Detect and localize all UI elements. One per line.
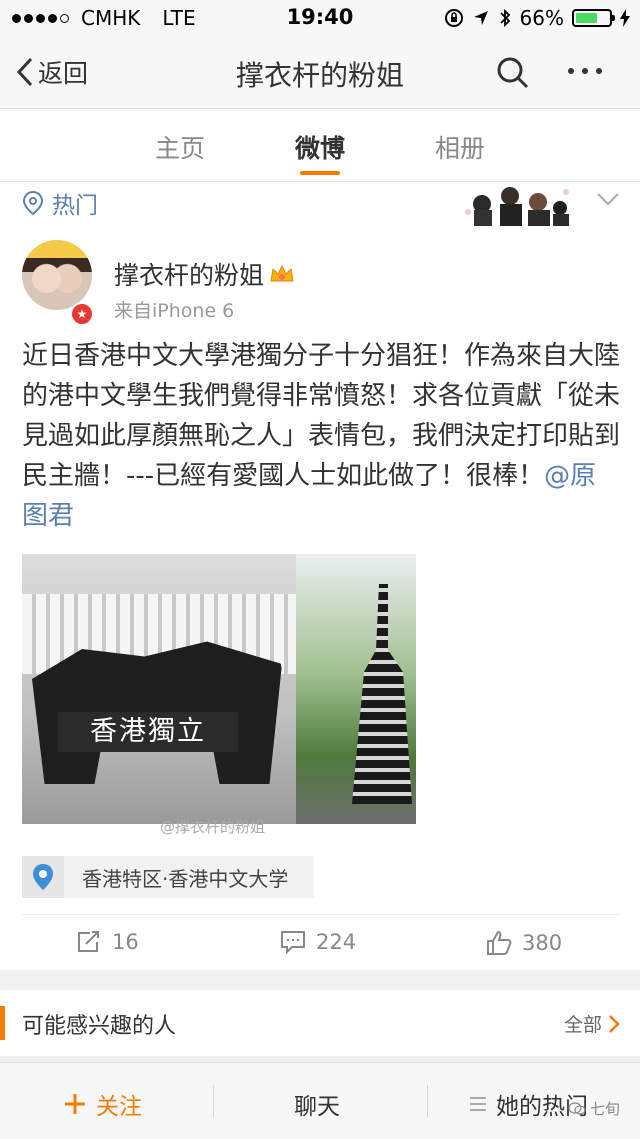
comment-count: 224 (316, 930, 357, 954)
divider (427, 1085, 428, 1117)
post-author-name: 撑衣杆的粉姐 (114, 261, 265, 290)
like-icon (487, 930, 512, 955)
plus-icon (65, 1094, 85, 1114)
post-body: 近日香港中文大學港獨分子十分猖狂！作為來自大陸的港中文學生我們覺得非常憤怒！求各… (22, 341, 621, 491)
tab-album[interactable]: 相册 (400, 129, 520, 165)
bottom-action-bar: 关注 聊天 她的热门 (0, 1062, 640, 1139)
avatar[interactable] (22, 240, 92, 310)
hot-topic-icon (22, 190, 44, 216)
watermark: 七旬 (568, 1098, 620, 1119)
divider (213, 1085, 214, 1117)
like-count: 380 (522, 931, 563, 955)
image-watermark: @撑衣杆的粉姐 (160, 818, 266, 836)
like-button[interactable]: 380 (486, 930, 562, 956)
watermark-text: 七旬 (590, 1100, 621, 1118)
suggested-people-header: 可能感兴趣的人 全部 (0, 990, 640, 1056)
profile-tabs: 主页 微博 相册 (0, 109, 640, 182)
post-author[interactable]: 撑衣杆的粉姐 (114, 256, 294, 292)
charging-icon (620, 9, 630, 27)
location-tag[interactable]: 香港特区·香港中文大学 (22, 856, 314, 898)
header-illustration (465, 187, 569, 228)
repost-icon (78, 931, 99, 952)
status-right: 66% (444, 6, 630, 30)
view-all-button[interactable]: 全部 (564, 1010, 620, 1037)
comment-button[interactable]: 224 (280, 930, 356, 954)
suggested-people-title: 可能感兴趣的人 (22, 1014, 177, 1039)
location-pin-icon (33, 864, 53, 890)
page-title: 撑衣杆的粉姐 (235, 59, 404, 92)
post-card: ★ 撑衣杆的粉姐 来自iPhone 6 近日香港中文大學港獨分子十分猖狂！作為來… (0, 226, 640, 970)
verified-badge-icon: ★ (70, 302, 94, 326)
chevron-down-icon[interactable] (596, 192, 620, 206)
bluetooth-icon (499, 8, 510, 28)
wechat-icon (568, 1101, 586, 1115)
repost-count: 16 (112, 930, 139, 954)
search-icon (497, 57, 529, 89)
follow-label: 关注 (96, 1094, 142, 1120)
rotation-lock-icon (444, 9, 463, 27)
image-banner-text: 香港獨立 (58, 712, 238, 752)
status-bar: CMHK LTE 19:40 66% (0, 0, 640, 36)
battery-fill (576, 13, 598, 23)
comment-icon (281, 931, 305, 954)
chevron-right-icon (609, 1014, 620, 1033)
battery-icon (572, 9, 615, 27)
follow-button[interactable]: 关注 (64, 1087, 142, 1121)
tab-home[interactable]: 主页 (120, 129, 240, 165)
view-all-label: 全部 (563, 1014, 602, 1036)
search-button[interactable] (496, 56, 530, 94)
post-source: 来自iPhone 6 (114, 300, 235, 322)
chat-button[interactable]: 聊天 (294, 1087, 340, 1121)
filter-strip: 热门 (0, 182, 640, 228)
vip-crown-icon (270, 265, 294, 282)
battery-percent: 66% (519, 6, 564, 30)
repost-button[interactable]: 16 (76, 930, 139, 954)
nav-bar: 返回 撑衣杆的粉姐 (0, 36, 640, 109)
location-arrow-icon (473, 11, 488, 25)
more-icon[interactable] (568, 68, 602, 74)
list-icon (470, 1097, 486, 1111)
post-text: 近日香港中文大學港獨分子十分猖狂！作為來自大陸的港中文學生我們覺得非常憤怒！求各… (22, 336, 620, 536)
active-tab-indicator (300, 171, 340, 175)
section-accent-bar (0, 1006, 5, 1040)
tab-weibo[interactable]: 微博 (260, 129, 380, 165)
hot-filter-button[interactable]: 热门 (22, 186, 98, 220)
post-image[interactable]: 香港獨立 (22, 554, 416, 824)
location-label: 香港特区·香港中文大学 (82, 866, 289, 891)
hot-filter-label: 热门 (52, 193, 98, 219)
post-actions: 16 224 380 (0, 926, 640, 964)
divider (22, 914, 620, 915)
